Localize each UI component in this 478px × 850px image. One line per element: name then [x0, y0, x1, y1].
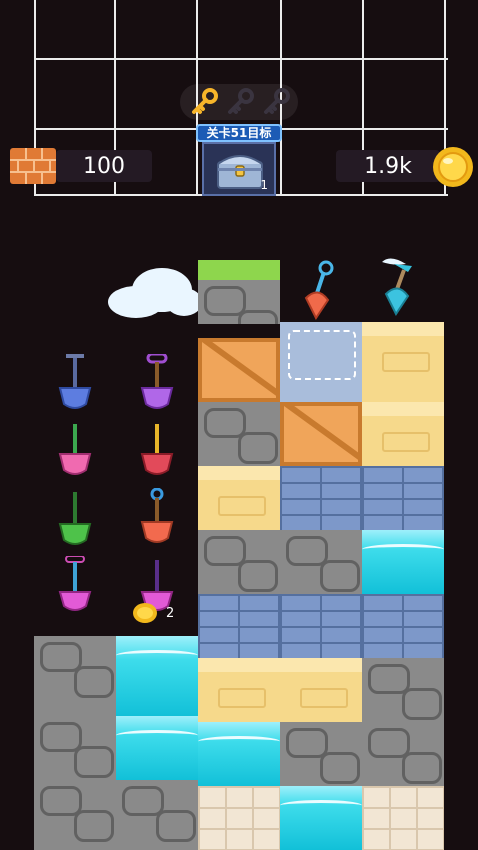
key-icon: [228, 88, 254, 114]
stone-block[interactable]: [362, 722, 444, 786]
water-block[interactable]: [116, 716, 198, 780]
water-block[interactable]: [362, 530, 444, 594]
water-block[interactable]: [116, 636, 198, 716]
shovel-icon[interactable]: [140, 488, 174, 548]
key-icon: [192, 88, 218, 114]
stone-block[interactable]: [34, 716, 116, 780]
stone-block[interactable]: [116, 780, 198, 850]
stone-block[interactable]: [280, 530, 362, 594]
stone-block[interactable]: [198, 402, 280, 466]
crate-block[interactable]: [198, 338, 280, 402]
brick-count: 100: [83, 153, 125, 179]
coin-icon: [433, 147, 473, 187]
coin-count: 1.9k: [364, 153, 412, 179]
shovel-icon[interactable]: [58, 420, 92, 480]
cloud-icon: [108, 268, 202, 318]
sand-block[interactable]: [280, 658, 362, 722]
shovel-icon[interactable]: [140, 354, 174, 414]
stone-block[interactable]: [198, 280, 280, 324]
keys-progress: [180, 84, 298, 120]
stone-block[interactable]: [198, 530, 280, 594]
brick-block[interactable]: [280, 594, 362, 658]
brick-counter: 100: [56, 150, 152, 182]
stone-block[interactable]: [362, 658, 444, 722]
coin-pickup-count: 2: [166, 606, 175, 621]
water-block[interactable]: [198, 722, 280, 786]
shovel-icon[interactable]: [380, 256, 414, 316]
coin-icon[interactable]: [132, 602, 158, 624]
tile-block[interactable]: [362, 786, 444, 850]
grid-line: [34, 58, 448, 60]
treasure-chest-icon: [217, 155, 263, 189]
sand-block[interactable]: [198, 658, 280, 722]
shovel-icon[interactable]: [140, 420, 174, 480]
brick-block[interactable]: [362, 594, 444, 658]
brick-block[interactable]: [198, 594, 280, 658]
shovel-icon[interactable]: [302, 260, 336, 320]
shovel-icon[interactable]: [58, 556, 92, 616]
goal-count: 1: [260, 178, 268, 192]
goal-label: 关卡51目标: [196, 124, 282, 142]
crate-block[interactable]: [280, 402, 362, 466]
stone-block[interactable]: [280, 722, 362, 786]
stone-block[interactable]: [34, 780, 116, 850]
shovel-icon[interactable]: [58, 354, 92, 414]
coin-counter: 1.9k: [336, 150, 440, 182]
goal-frame: 1: [202, 142, 276, 196]
brick-block[interactable]: [280, 466, 362, 530]
key-icon: [264, 88, 290, 114]
brick-icon: [10, 148, 56, 184]
shovel-icon[interactable]: [58, 490, 92, 550]
stone-block[interactable]: [34, 636, 116, 716]
sand-block[interactable]: [362, 402, 444, 466]
brick-block[interactable]: [362, 466, 444, 530]
cracked-ice-block[interactable]: [280, 322, 362, 402]
tile-block[interactable]: [198, 786, 280, 850]
level-goal[interactable]: 关卡51目标 1: [196, 124, 282, 196]
water-block[interactable]: [280, 786, 362, 850]
sand-block[interactable]: [198, 466, 280, 530]
sand-block[interactable]: [362, 322, 444, 402]
